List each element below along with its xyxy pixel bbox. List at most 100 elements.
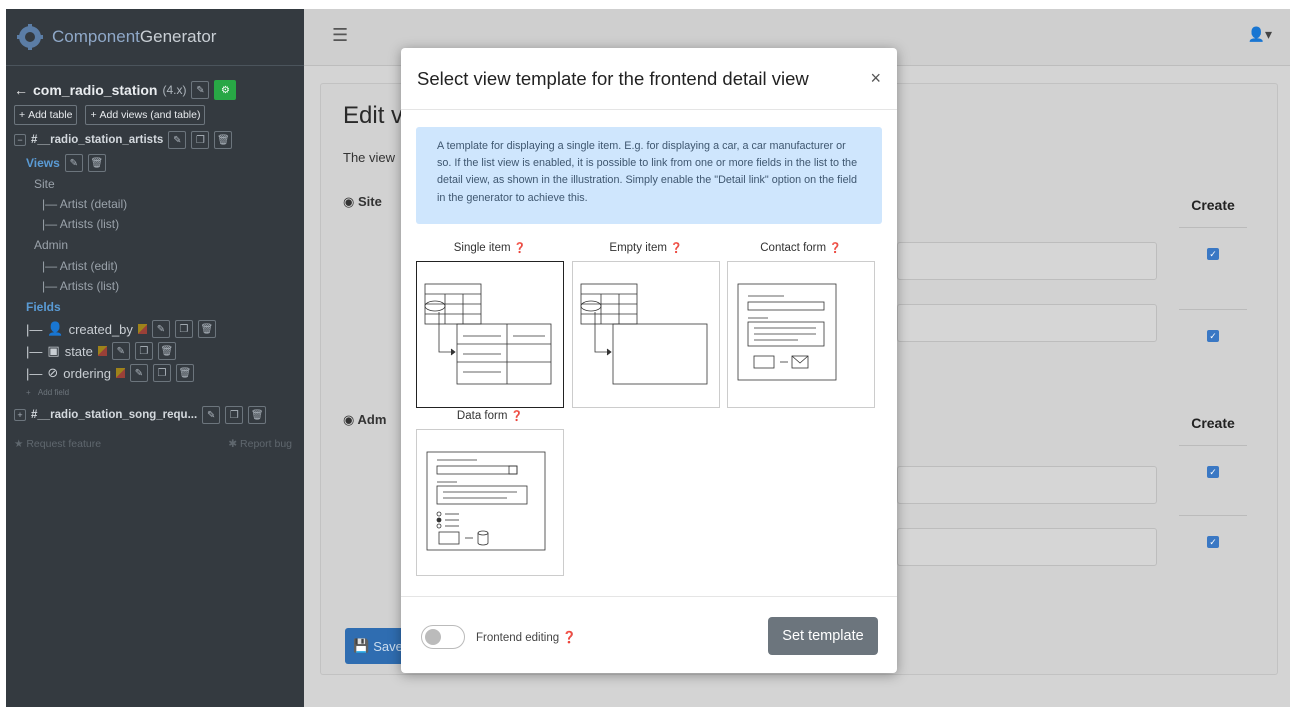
edit-field-icon[interactable]: ✎ xyxy=(151,320,170,338)
help-icon[interactable]: ❓ xyxy=(562,632,576,644)
language-flag-icon xyxy=(116,368,125,378)
view-item[interactable]: |— Artist (edit) xyxy=(14,256,296,276)
template-label: Single item ❓ xyxy=(453,242,527,254)
delete-field-icon[interactable]: 🗑 xyxy=(197,320,216,338)
copy-table-icon[interactable]: ❐ xyxy=(225,406,244,424)
copy-table-icon[interactable]: ❐ xyxy=(191,131,210,149)
template-single-item[interactable]: Single item ❓ xyxy=(416,242,564,408)
select-template-modal: Select view template for the frontend de… xyxy=(401,48,897,673)
fields-label: Fields xyxy=(26,300,61,314)
expand-icon[interactable]: + xyxy=(14,409,26,421)
empty-item-illustration xyxy=(580,283,708,385)
back-arrow-icon[interactable]: ← xyxy=(14,82,28,98)
component-version: (4.x) xyxy=(162,83,187,97)
brand[interactable]: ComponentGenerator xyxy=(6,9,304,66)
template-empty-item[interactable]: Empty item ❓ xyxy=(572,242,720,408)
copy-field-icon[interactable]: ❐ xyxy=(174,320,193,338)
template-label: Data form ❓ xyxy=(456,410,524,422)
delete-field-icon[interactable]: 🗑 xyxy=(157,342,176,360)
create-header: Create xyxy=(1179,182,1247,228)
template-contact-form[interactable]: Contact form ❓ xyxy=(727,242,875,408)
hamburger-menu-icon[interactable]: ☰ xyxy=(332,25,348,46)
modal-footer: Frontend editing ❓ Set template xyxy=(401,596,897,673)
set-template-button[interactable]: Set template xyxy=(768,617,878,655)
close-icon[interactable]: × xyxy=(870,68,881,89)
template-preview[interactable] xyxy=(416,429,564,576)
help-icon[interactable]: ❓ xyxy=(511,411,523,422)
field-item[interactable]: |— 👤 created_by ✎ ❐ 🗑 xyxy=(14,318,296,340)
template-label: Empty item ❓ xyxy=(609,242,683,254)
user-menu-icon[interactable]: 👤▾ xyxy=(1248,26,1272,43)
modal-title: Select view template for the frontend de… xyxy=(417,67,809,89)
edit-views-icon[interactable]: ✎ xyxy=(64,154,83,172)
delete-field-icon[interactable]: 🗑 xyxy=(176,364,194,382)
views-label: Views xyxy=(26,156,60,170)
create-checkbox[interactable]: ✓ xyxy=(1207,536,1219,548)
add-table-button[interactable]: + Add table xyxy=(14,105,78,125)
delete-views-icon[interactable]: 🗑 xyxy=(87,154,106,172)
info-alert: A template for displaying a single item.… xyxy=(416,127,882,224)
view-item[interactable]: |— Artists (list) xyxy=(14,214,296,234)
view-item[interactable]: |— Artists (list) xyxy=(14,276,296,296)
site-label: Site xyxy=(34,177,55,191)
save-icon: 💾 xyxy=(353,638,370,653)
template-preview[interactable] xyxy=(416,261,564,408)
create-header: Create xyxy=(1179,400,1247,446)
brand-name: ComponentGenerator xyxy=(52,27,217,46)
template-preview[interactable] xyxy=(727,261,875,408)
page-description: The view xyxy=(343,150,396,165)
help-icon[interactable]: ❓ xyxy=(670,243,682,254)
view-name-input[interactable] xyxy=(897,242,1157,280)
frontend-editing-toggle[interactable] xyxy=(421,625,465,649)
table-name-songs[interactable]: #__radio_station_song_requ... xyxy=(31,409,197,421)
view-item[interactable]: |— Artist (detail) xyxy=(14,194,296,214)
user-icon: 👤 xyxy=(47,321,64,336)
add-field-button[interactable]: + Add field xyxy=(14,384,296,400)
single-item-illustration xyxy=(424,283,552,385)
sidebar: ComponentGenerator ← com_radio_station (… xyxy=(6,9,304,707)
edit-field-icon[interactable]: ✎ xyxy=(111,342,130,360)
settings-icon[interactable]: ⚙ xyxy=(214,80,237,100)
add-views-button[interactable]: + Add views (and table) xyxy=(85,105,206,125)
edit-table-icon[interactable]: ✎ xyxy=(168,131,187,149)
create-checkbox[interactable]: ✓ xyxy=(1207,330,1219,342)
report-bug-link[interactable]: ✱ Report bug xyxy=(228,438,292,450)
field-item[interactable]: |— ▣ state ✎ ❐ 🗑 xyxy=(14,340,296,362)
request-feature-link[interactable]: ★ Request feature xyxy=(14,438,101,450)
admin-label: Admin xyxy=(34,238,69,252)
template-data-form[interactable]: Data form ❓ xyxy=(416,410,564,576)
table-name-artists[interactable]: #__radio_station_artists xyxy=(31,134,163,146)
view-name-input[interactable] xyxy=(897,466,1157,504)
site-section-title: ◉ Site xyxy=(343,194,382,209)
field-item[interactable]: |— ⊘ ordering ✎ ❐ 🗑 xyxy=(14,362,296,384)
language-flag-icon xyxy=(137,324,147,334)
collapse-icon[interactable]: − xyxy=(14,134,26,146)
frontend-editing-label: Frontend editing ❓ xyxy=(476,632,577,644)
language-flag-icon xyxy=(97,346,107,356)
create-checkbox[interactable]: ✓ xyxy=(1207,466,1219,478)
create-checkbox[interactable]: ✓ xyxy=(1207,248,1219,260)
logo-icon xyxy=(17,24,43,50)
view-name-input[interactable] xyxy=(897,528,1157,566)
view-name-input[interactable] xyxy=(897,304,1157,342)
delete-table-icon[interactable]: 🗑 xyxy=(214,131,233,149)
admin-create-column: Create ✓ ✓ xyxy=(1179,400,1247,598)
page-title: Edit vi xyxy=(343,102,409,129)
dropdown-icon: ▣ xyxy=(47,343,60,358)
template-label: Contact form ❓ xyxy=(760,242,842,254)
edit-component-icon[interactable]: ✎ xyxy=(191,81,210,99)
data-form-illustration xyxy=(426,451,546,551)
help-icon[interactable]: ❓ xyxy=(514,243,526,254)
hidden-icon: ⊘ xyxy=(47,365,59,380)
site-create-column: Create ✓ ✓ xyxy=(1179,182,1247,392)
help-icon[interactable]: ❓ xyxy=(829,243,841,254)
edit-field-icon[interactable]: ✎ xyxy=(130,364,148,382)
contact-form-illustration xyxy=(737,283,837,381)
template-preview[interactable] xyxy=(572,261,720,408)
edit-table-icon[interactable]: ✎ xyxy=(202,406,221,424)
copy-field-icon[interactable]: ❐ xyxy=(153,364,171,382)
copy-field-icon[interactable]: ❐ xyxy=(134,342,153,360)
admin-section-title: ◉ Adm xyxy=(343,412,387,427)
delete-table-icon[interactable]: 🗑 xyxy=(248,406,267,424)
component-name[interactable]: com_radio_station xyxy=(33,82,157,98)
